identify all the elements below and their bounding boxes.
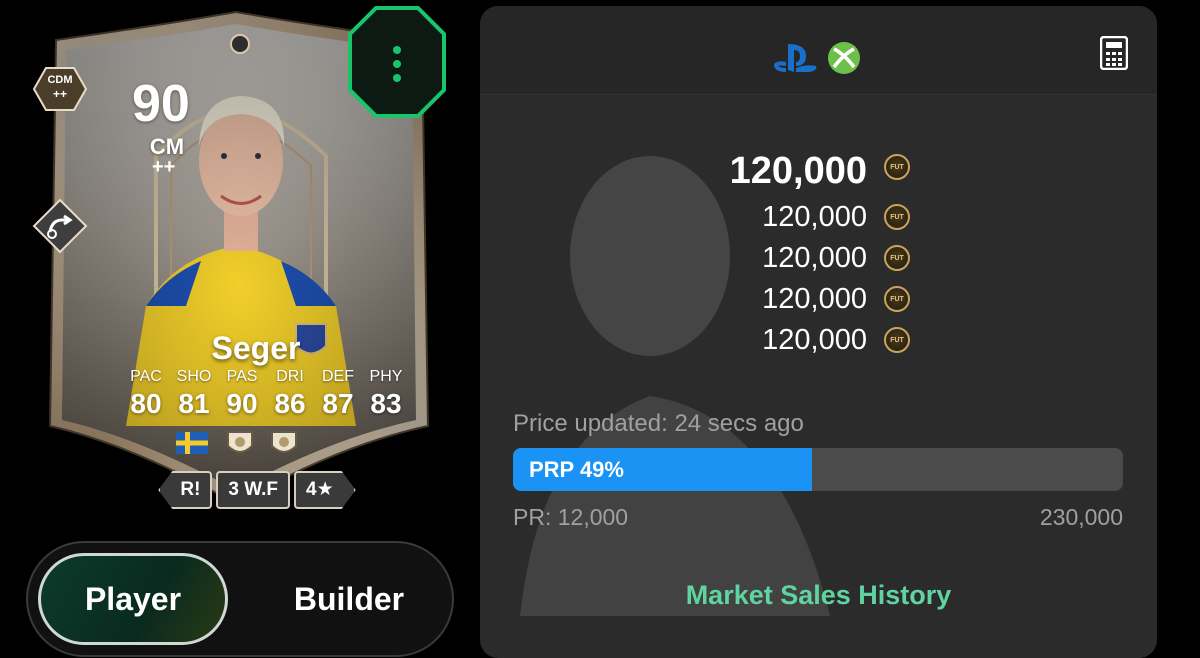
stat-label: DRI	[276, 368, 304, 385]
stat-dri: DRI 86	[266, 368, 314, 420]
coin-icon: FUT	[884, 154, 910, 180]
coin-icon: FUT	[884, 245, 910, 271]
stat-phy: PHY 83	[362, 368, 410, 420]
panel-header	[480, 6, 1157, 95]
price-listing: 120,000	[762, 242, 867, 274]
playstation-icon[interactable]	[772, 40, 818, 74]
alt-position-badge: CDM ++	[32, 66, 88, 112]
player-tab[interactable]: Player	[38, 553, 228, 645]
price-range-min: PR: 12,000	[513, 504, 629, 530]
stat-value: 83	[370, 388, 402, 419]
price-range-max: 230,000	[1039, 504, 1123, 530]
card-rating: 90	[132, 75, 190, 133]
view-toggle: Player Builder	[26, 541, 454, 657]
price-panel: 120,000 FUT 120,000 FUT 120,000 FUT 120,…	[480, 6, 1157, 658]
stat-value: 90	[226, 388, 258, 419]
menu-dots-icon	[348, 6, 446, 118]
stat-value: 86	[274, 388, 306, 419]
weak-foot-chip: 3 W.F	[216, 471, 291, 509]
main-price: 120,000	[729, 150, 867, 192]
stat-pac: PAC 80	[122, 368, 170, 420]
prp-label: PRP 49%	[529, 457, 624, 482]
price-listing: 120,000	[762, 324, 867, 356]
stat-label: SHO	[176, 368, 212, 385]
stat-value: 87	[322, 388, 354, 419]
stat-label: DEF	[322, 368, 354, 385]
star-rating-chip: 4★	[294, 471, 356, 509]
stat-def: DEF 87	[314, 368, 362, 420]
price-listing: 120,000	[762, 283, 867, 315]
prp-progress-bar: PRP 49%	[513, 448, 1123, 491]
market-sales-history-link[interactable]: Market Sales History	[480, 580, 1157, 611]
card-chips: R! 3 W.F 4★	[136, 471, 378, 509]
price-listing: 120,000	[762, 201, 867, 233]
stat-value: 80	[130, 388, 162, 419]
alt-position-plus: ++	[52, 87, 67, 101]
builder-tab[interactable]: Builder	[254, 553, 444, 645]
coin-icon: FUT	[884, 286, 910, 312]
sweden-flag-icon	[176, 432, 208, 454]
stat-label: PAS	[226, 368, 258, 385]
stat-value: 81	[178, 388, 210, 419]
playstyle-badge	[32, 198, 88, 254]
player-name: Seger	[211, 330, 301, 366]
alt-position-label: CDM	[47, 74, 73, 86]
stat-sho: SHO 81	[170, 368, 218, 420]
icon-club-badge-icon	[227, 431, 253, 453]
card-menu-button[interactable]	[348, 6, 446, 118]
skill-moves-chip: R!	[158, 471, 213, 509]
stat-pas: PAS 90	[218, 368, 266, 420]
stat-label: PHY	[369, 368, 403, 385]
coin-icon: FUT	[884, 204, 910, 230]
playstyle-icon	[32, 198, 88, 254]
price-updated-text: Price updated: 24 secs ago	[513, 410, 804, 437]
xbox-icon[interactable]	[826, 40, 862, 74]
card-position-plus: ++	[152, 156, 176, 178]
coin-icon: FUT	[884, 327, 910, 353]
stat-label: PAC	[130, 368, 162, 385]
icon-league-badge-icon	[271, 431, 297, 453]
calculator-icon[interactable]	[1100, 36, 1128, 70]
